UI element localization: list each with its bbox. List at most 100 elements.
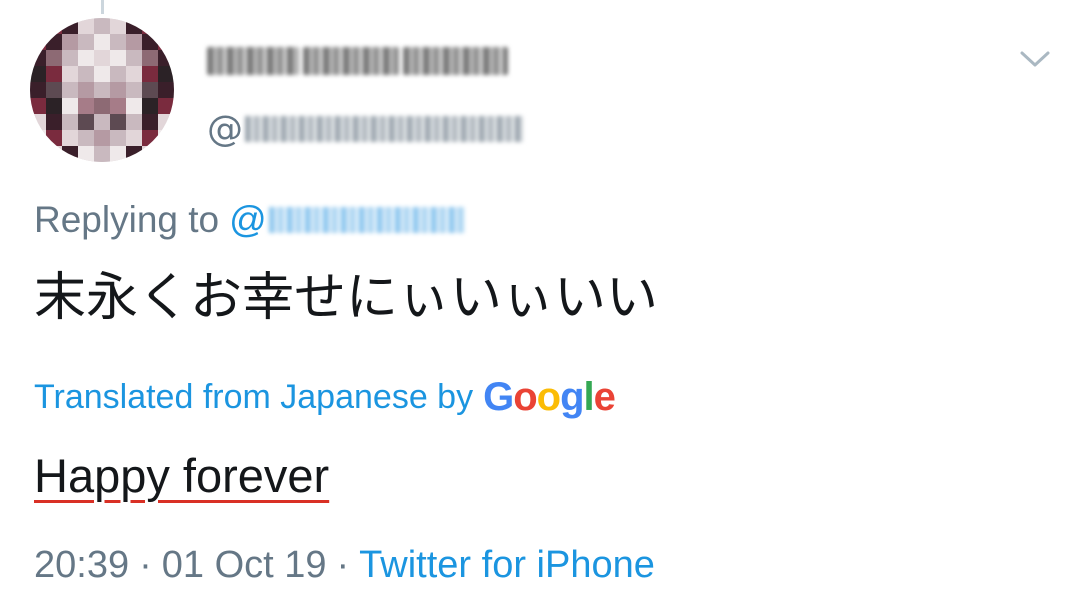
thread-connector-line <box>101 0 104 14</box>
avatar-pixel <box>110 98 126 114</box>
avatar-pixel <box>78 114 94 130</box>
avatar-pixel <box>126 114 142 130</box>
avatar-pixel <box>30 82 46 98</box>
avatar-pixel <box>158 50 174 66</box>
google-logo-letter: l <box>583 374 595 419</box>
avatar-pixel <box>126 34 142 50</box>
avatar-pixel <box>62 34 78 50</box>
avatar-pixel <box>94 130 110 146</box>
avatar-pixel <box>78 98 94 114</box>
avatar-pixel <box>62 98 78 114</box>
avatar-pixel <box>78 66 94 82</box>
display-name-redacted[interactable] <box>207 42 512 80</box>
avatar-pixel <box>158 146 174 162</box>
tweet-text: 末永くお幸せにぃいぃいい <box>34 268 659 328</box>
avatar-pixel <box>46 18 62 34</box>
avatar-pixel <box>110 146 126 162</box>
tweet-date[interactable]: 01 Oct 19 <box>162 544 327 587</box>
avatar-pixel <box>46 98 62 114</box>
google-logo-letter: G <box>483 374 514 419</box>
google-logo-letter: o <box>513 374 537 419</box>
avatar-pixel <box>158 114 174 130</box>
chevron-down-icon[interactable] <box>1018 44 1052 74</box>
avatar-pixel <box>126 146 142 162</box>
avatar-pixel <box>46 66 62 82</box>
avatar-pixel <box>126 98 142 114</box>
google-logo-letter: g <box>560 374 584 419</box>
avatar-image-pixelated <box>30 18 174 162</box>
tweet-source-link[interactable]: Twitter for iPhone <box>359 544 655 587</box>
mention-redacted <box>268 207 465 233</box>
avatar-pixel <box>62 146 78 162</box>
avatar-pixel <box>94 66 110 82</box>
avatar-pixel <box>126 130 142 146</box>
avatar-pixel <box>94 82 110 98</box>
avatar-pixel <box>46 146 62 162</box>
avatar-pixel <box>62 18 78 34</box>
avatar-pixel <box>126 18 142 34</box>
avatar-pixel <box>158 34 174 50</box>
google-logo-letter: e <box>593 374 616 419</box>
avatar-pixel <box>126 66 142 82</box>
avatar-pixel <box>46 130 62 146</box>
tweet-detail: @ Replying to @ 末永くお幸せにぃいぃいい Translated … <box>0 0 1080 600</box>
translation-attribution: Translated from Japanese by Google <box>34 372 616 422</box>
avatar-pixel <box>94 50 110 66</box>
avatar-pixel <box>94 146 110 162</box>
google-logo[interactable]: Google <box>483 374 616 420</box>
avatar-pixel <box>78 50 94 66</box>
mention-prefix: @ <box>229 199 267 240</box>
avatar-pixel <box>110 66 126 82</box>
avatar-pixel <box>30 34 46 50</box>
translated-text: Happy forever <box>34 449 330 502</box>
avatar-pixel <box>142 50 158 66</box>
avatar-pixel <box>94 114 110 130</box>
meta-separator: · <box>139 543 152 586</box>
avatar-pixel <box>30 50 46 66</box>
avatar-pixel <box>30 98 46 114</box>
avatar-pixel <box>78 34 94 50</box>
avatar-pixel <box>158 82 174 98</box>
reply-mention[interactable]: @ <box>229 199 465 241</box>
avatar-pixel <box>78 82 94 98</box>
google-logo-letter: o <box>536 374 561 419</box>
avatar-pixel <box>30 130 46 146</box>
meta-separator: · <box>336 543 350 586</box>
avatar-pixel <box>142 146 158 162</box>
avatar-pixel <box>46 82 62 98</box>
translated-label: Translated from Japanese by <box>34 377 474 416</box>
tweet-time[interactable]: 20:39 <box>34 544 129 587</box>
avatar-pixel <box>126 82 142 98</box>
avatar-pixel <box>126 50 142 66</box>
avatar-pixel <box>62 130 78 146</box>
avatar-pixel <box>94 34 110 50</box>
replying-to-label: Replying to <box>34 199 220 240</box>
avatar-pixel <box>30 114 46 130</box>
avatar[interactable] <box>30 18 174 162</box>
avatar-pixel <box>142 114 158 130</box>
avatar-pixel <box>30 18 46 34</box>
avatar-pixel <box>78 18 94 34</box>
avatar-pixel <box>110 50 126 66</box>
avatar-pixel <box>62 50 78 66</box>
avatar-pixel <box>158 130 174 146</box>
avatar-pixel <box>142 66 158 82</box>
avatar-pixel <box>158 18 174 34</box>
avatar-pixel <box>62 114 78 130</box>
avatar-pixel <box>142 34 158 50</box>
avatar-pixel <box>46 50 62 66</box>
avatar-pixel <box>62 82 78 98</box>
avatar-pixel <box>62 66 78 82</box>
avatar-pixel <box>142 82 158 98</box>
avatar-pixel <box>158 66 174 82</box>
avatar-pixel <box>110 34 126 50</box>
avatar-pixel <box>110 82 126 98</box>
tweet-meta: 20:39 · 01 Oct 19 · Twitter for iPhone <box>34 538 655 592</box>
avatar-pixel <box>110 114 126 130</box>
avatar-pixel <box>142 18 158 34</box>
replying-to-line: Replying to @ <box>34 194 465 246</box>
user-handle[interactable]: @ <box>207 104 523 154</box>
avatar-pixel <box>142 130 158 146</box>
avatar-pixel <box>94 18 110 34</box>
avatar-pixel <box>110 18 126 34</box>
